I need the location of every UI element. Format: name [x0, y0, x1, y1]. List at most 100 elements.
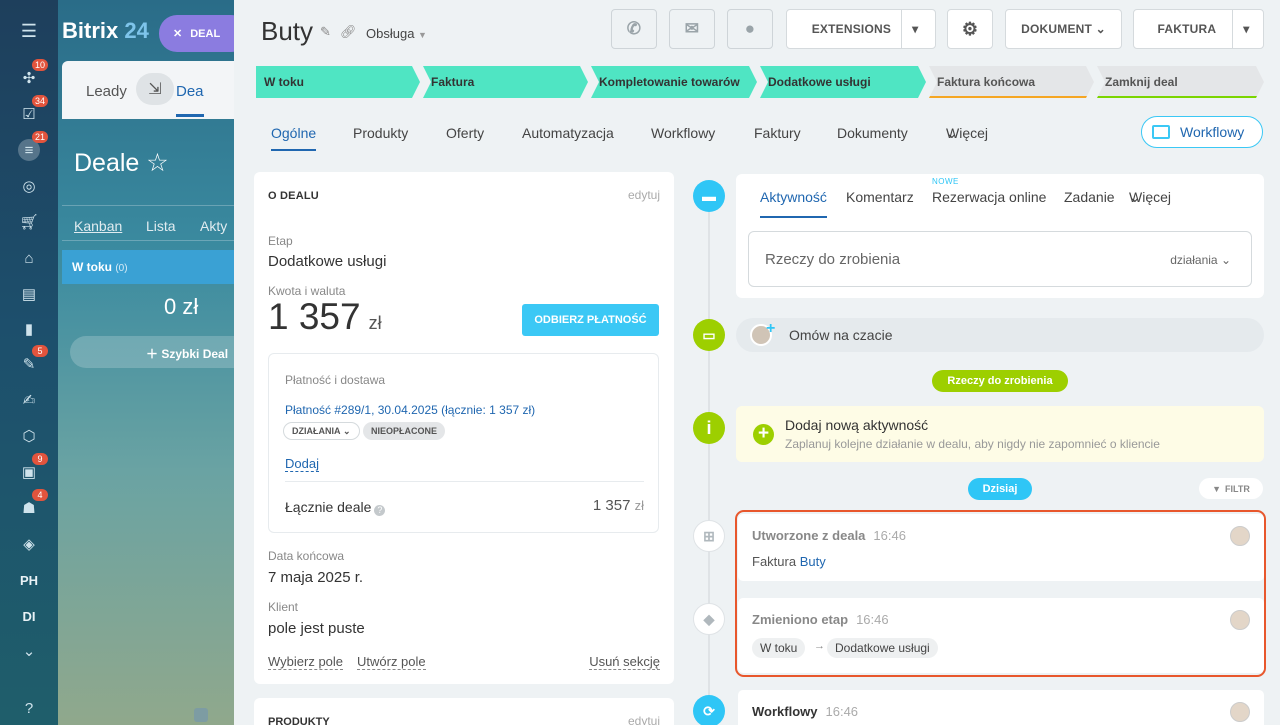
tab-workflows[interactable]: Workflowy: [651, 125, 715, 141]
add-activity-card[interactable]: + Dodaj nową aktywność Zaplanuj kolejne …: [736, 406, 1264, 462]
pencil-icon[interactable]: ✎: [320, 24, 331, 40]
pipeline-selector[interactable]: Obsługa ▼: [366, 26, 427, 41]
view-kanban[interactable]: Kanban: [74, 218, 122, 234]
divider: [285, 481, 644, 482]
stage-invoice[interactable]: Faktura: [423, 66, 588, 98]
quick-deal-button[interactable]: ＋ Szybki Deal: [70, 336, 234, 368]
feed-icon[interactable]: ✣ 10: [18, 59, 49, 89]
client-label: Klient: [268, 600, 299, 614]
stage-picking[interactable]: Kompletowanie towarów: [591, 66, 757, 98]
sign-icon[interactable]: ✎ 5: [18, 345, 48, 375]
more-icon[interactable]: ⌄: [18, 640, 40, 662]
close-date-value[interactable]: 7 maja 2025 r.: [268, 569, 363, 586]
sidebar-item-di[interactable]: DI: [18, 605, 40, 627]
invoice-link[interactable]: Buty: [800, 554, 826, 569]
caret-down-icon[interactable]: ▾: [1243, 22, 1249, 36]
activity-composer: Aktywność Komentarz NOWE Rezerwacja onlin…: [736, 174, 1264, 298]
signature-icon[interactable]: ✍︎: [18, 389, 40, 411]
tab-invoices[interactable]: Faktury: [754, 125, 801, 141]
edit-link[interactable]: edytuj: [628, 188, 660, 202]
actions-chip[interactable]: DZIAŁANIA ⌄: [283, 422, 360, 440]
chevron-down-icon: ⌄: [1129, 189, 1141, 205]
help-icon[interactable]: ?: [374, 505, 386, 516]
envelope-icon: ✉: [684, 19, 700, 38]
tab-offers[interactable]: Oferty: [446, 125, 484, 141]
client-value[interactable]: pole jest puste: [268, 620, 365, 637]
event-title: Utworzone z deala 16:46: [752, 528, 906, 543]
payment-delivery-box: Płatność i dostawa Płatność #289/1, 30.0…: [268, 353, 659, 533]
scroll-handle[interactable]: [194, 708, 208, 722]
shop-icon[interactable]: 🛒︎: [18, 211, 40, 233]
feed-badge: 10: [32, 59, 49, 71]
event-title: Workflowy 16:46: [752, 704, 859, 719]
close-icon[interactable]: ✕: [173, 27, 182, 40]
link-icon[interactable]: 🔗︎: [340, 24, 357, 40]
create-field-link[interactable]: Utwórz pole: [357, 654, 426, 670]
kanban-column-header: W toku (0): [62, 250, 234, 284]
today-pill: Dzisiaj: [968, 478, 1032, 500]
stage-in-progress[interactable]: W toku: [256, 66, 420, 98]
caret-down-icon[interactable]: ▾: [912, 22, 918, 36]
tab-products[interactable]: Produkty: [353, 125, 408, 141]
analytics-icon[interactable]: ▮: [18, 318, 40, 340]
tab-task[interactable]: Zadanie: [1064, 189, 1115, 205]
discuss-in-chat[interactable]: + Omów na czacie: [736, 318, 1264, 352]
star-icon[interactable]: ☆: [146, 149, 168, 177]
todo-input[interactable]: Rzeczy do zrobienia działania ⌄: [748, 231, 1252, 287]
view-activity[interactable]: Akty: [200, 218, 227, 234]
stage-additional-services[interactable]: Dodatkowe usługi: [760, 66, 926, 98]
amount-value[interactable]: 1 357 zł: [268, 296, 382, 338]
todo-pill: Rzeczy do zrobienia: [932, 370, 1068, 392]
tasks-icon[interactable]: ☑ 34: [18, 95, 49, 125]
settings-button[interactable]: ⚙: [947, 9, 993, 49]
chevron-down-icon: ⌄: [343, 425, 351, 436]
deal-title: Buty: [261, 16, 314, 46]
add-activity-title: Dodaj nową aktywność: [785, 417, 929, 433]
document-button[interactable]: DOKUMENT ⌄: [1005, 9, 1122, 49]
tab-documents[interactable]: Dokumenty: [837, 125, 908, 141]
add-payment-link[interactable]: Dodaj: [285, 456, 319, 472]
tab-automation[interactable]: Automatyzacja: [522, 125, 614, 141]
bot-badge: 4: [32, 489, 48, 501]
shield-icon[interactable]: ⬡: [18, 425, 40, 447]
plus-circle-icon[interactable]: +: [753, 424, 774, 445]
select-field-link[interactable]: Wybierz pole: [268, 654, 344, 670]
receive-payment-button[interactable]: ODBIERZ PŁATNOŚĆ: [522, 304, 659, 336]
phone-button[interactable]: ✆: [611, 9, 657, 49]
email-button[interactable]: ✉: [669, 9, 715, 49]
crm-icon[interactable]: ≡ 21: [18, 131, 49, 161]
invoice-button[interactable]: FAKTURA ▾: [1133, 9, 1264, 49]
tab-leads[interactable]: Leady: [86, 83, 127, 100]
tab-comment[interactable]: Komentarz: [846, 189, 914, 205]
collapse-slider-button[interactable]: ⇲: [136, 73, 174, 105]
tab-general[interactable]: Ogólne: [271, 125, 317, 151]
stage-value[interactable]: Dodatkowe usługi: [268, 253, 386, 270]
target-icon[interactable]: ◎: [18, 175, 40, 197]
edit-link[interactable]: edytuj: [628, 714, 660, 725]
stage-from-chip: W toku: [752, 638, 806, 658]
workflow-button[interactable]: Workflowy: [1141, 116, 1263, 148]
stage-bar: [929, 96, 1088, 98]
actions-dropdown[interactable]: działania ⌄: [1170, 253, 1231, 267]
tab-activity[interactable]: Aktywność: [760, 189, 827, 218]
tab-deals[interactable]: Dea: [176, 83, 204, 117]
stage-to-chip: Dodatkowe usługi: [827, 638, 938, 658]
stage-final-invoice[interactable]: Faktura końcowa: [929, 66, 1094, 98]
bank-icon[interactable]: ⌂: [18, 247, 40, 269]
bot-icon[interactable]: ☗ 4: [18, 489, 48, 519]
filter-button[interactable]: ▼ FILTR: [1199, 478, 1263, 499]
remove-section-link[interactable]: Usuń sekcję: [589, 654, 660, 670]
contacts-icon[interactable]: ▣ 9: [18, 453, 48, 483]
avatar: [1230, 526, 1250, 546]
chat-button[interactable]: ●: [727, 9, 773, 49]
help-icon[interactable]: ?: [18, 697, 40, 719]
box-icon[interactable]: ◈: [18, 533, 40, 555]
view-list[interactable]: Lista: [146, 218, 176, 234]
documents-icon[interactable]: ▤: [18, 283, 40, 305]
stage-close-deal[interactable]: Zamknij deal: [1097, 66, 1264, 98]
extensions-button[interactable]: EXTENSIONS ▾: [786, 9, 936, 49]
sidebar-item-ph[interactable]: PH: [18, 569, 40, 591]
payment-link[interactable]: Płatność #289/1, 30.04.2025 (łącznie: 1 …: [285, 403, 535, 417]
deal-pill[interactable]: ✕ DEAL: [159, 15, 234, 52]
menu-icon[interactable]: ☰: [18, 20, 40, 42]
